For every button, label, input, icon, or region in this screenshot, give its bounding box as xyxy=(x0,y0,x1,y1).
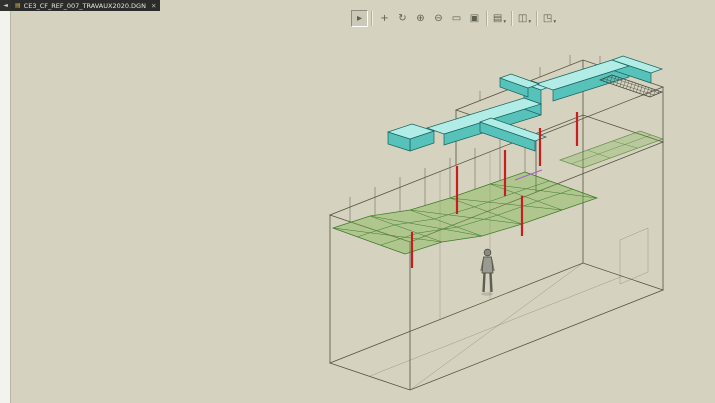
toolbar-separator xyxy=(371,11,373,26)
display-style-icon: ▤ xyxy=(492,13,503,24)
selection-arrow-icon: ▸ xyxy=(356,13,363,24)
chevron-down-icon: ▾ xyxy=(553,19,557,25)
left-panel-strip xyxy=(0,11,11,403)
zoom-out-icon: ⊖ xyxy=(434,13,443,24)
application-window: ◄ ▤ CE3_CF_REF_007_TRAVAUX2020.DGN ✕ ▸ +… xyxy=(0,0,715,403)
pan-view-button[interactable]: + xyxy=(376,10,393,27)
copy-view-icon: ◳ xyxy=(542,13,553,24)
duct-grille xyxy=(599,74,663,98)
zoom-window-button[interactable]: ▭ xyxy=(448,10,465,27)
view-cube-icon: ◫ xyxy=(517,13,528,24)
zoom-in-button[interactable]: ⊕ xyxy=(412,10,429,27)
zoom-out-button[interactable]: ⊖ xyxy=(430,10,447,27)
pan-icon: + xyxy=(380,13,389,24)
view-window-1[interactable] xyxy=(10,11,715,403)
toolbar-separator xyxy=(511,11,513,26)
tab-bar: ◄ ▤ CE3_CF_REF_007_TRAVAUX2020.DGN ✕ xyxy=(0,0,161,11)
display-style-button[interactable]: ▤ ▾ xyxy=(491,10,508,27)
rotate-icon: ↻ xyxy=(398,13,407,24)
document-icon: ▤ xyxy=(15,2,21,9)
element-selection-button[interactable]: ▸ xyxy=(351,10,368,27)
fit-view-button[interactable]: ▣ xyxy=(466,10,483,27)
ceiling-mesh xyxy=(331,130,665,255)
view-toolbar: ▸ + ↻ ⊕ ⊖ ▭ ▣ ▤ ▾ ◫ ▾ ◳ ▾ xyxy=(351,9,558,28)
human-scale-figure xyxy=(480,248,495,296)
file-tab[interactable]: ▤ CE3_CF_REF_007_TRAVAUX2020.DGN ✕ xyxy=(11,0,161,11)
toolbar-separator xyxy=(486,11,488,26)
chevron-down-icon: ▾ xyxy=(503,19,507,25)
zoom-in-icon: ⊕ xyxy=(416,13,425,24)
copy-view-button[interactable]: ◳ ▾ xyxy=(541,10,558,27)
view-orientation-button[interactable]: ◫ ▾ xyxy=(516,10,533,27)
rotate-view-button[interactable]: ↻ xyxy=(394,10,411,27)
file-tab-label: CE3_CF_REF_007_TRAVAUX2020.DGN xyxy=(23,1,146,10)
fit-view-icon: ▣ xyxy=(469,13,480,24)
back-arrow-icon: ◄ xyxy=(3,2,8,9)
close-tab-icon[interactable]: ✕ xyxy=(151,2,156,10)
zoom-window-icon: ▭ xyxy=(451,13,462,24)
toolbar-separator xyxy=(536,11,538,26)
chevron-down-icon: ▾ xyxy=(528,19,532,25)
tab-scroll-button[interactable]: ◄ xyxy=(0,0,11,11)
